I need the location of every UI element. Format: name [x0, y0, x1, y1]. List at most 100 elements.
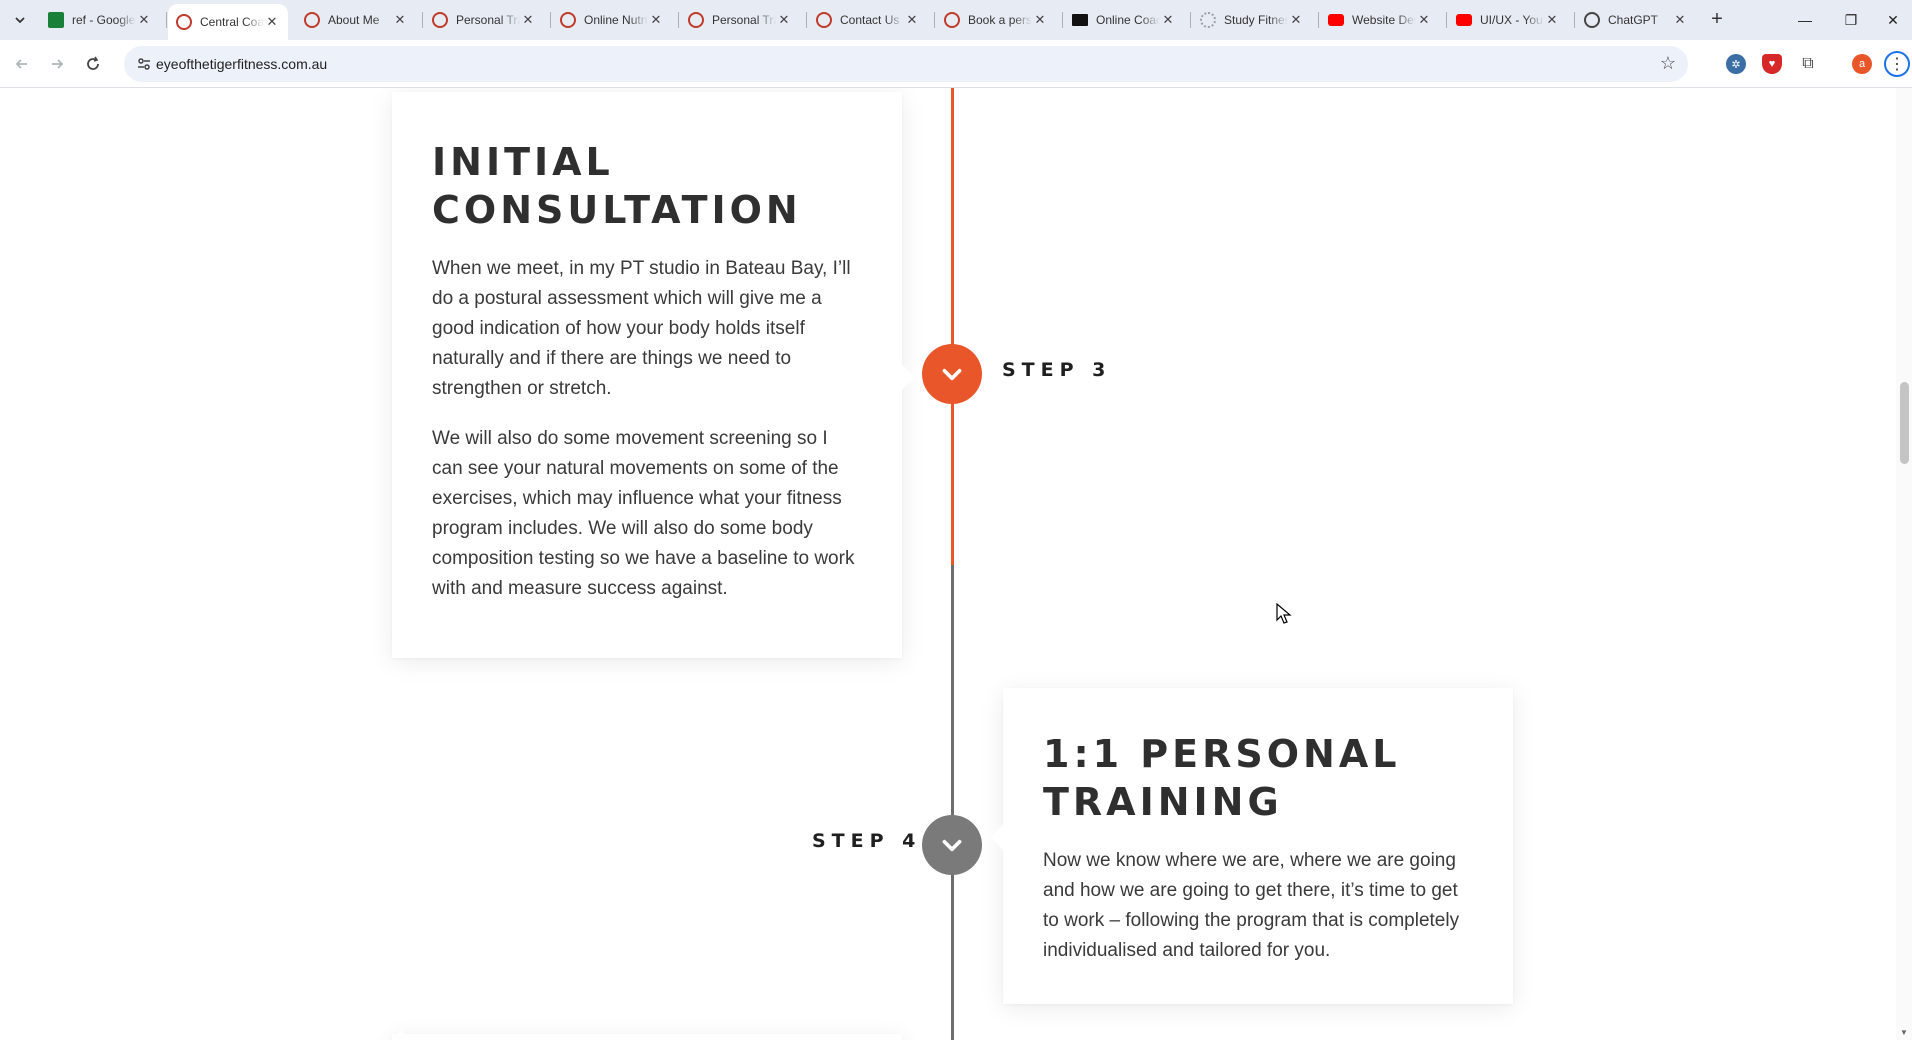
- browser-menu-icon[interactable]: ⋮: [1884, 51, 1910, 77]
- tab-title: Website Design: [1352, 13, 1416, 27]
- back-arrow-icon: [15, 59, 27, 69]
- tab-divider: [422, 12, 423, 28]
- tab-contact[interactable]: Contact Us ✕: [808, 6, 928, 34]
- tab-book[interactable]: Book a personal ✕: [936, 6, 1056, 34]
- tab-online-coaching[interactable]: Online Coaching ✕: [1064, 6, 1184, 34]
- close-tab-icon[interactable]: ✕: [1544, 12, 1560, 28]
- url-text: eyeofthetigerfitness.com.au: [156, 56, 328, 72]
- site-favicon-icon: [432, 12, 448, 28]
- profile-initial: a: [1858, 58, 1866, 70]
- tab-search-chevron-icon[interactable]: [8, 8, 32, 32]
- tab-title: Personal Training: [712, 13, 776, 27]
- tab-title: About Me: [328, 13, 380, 27]
- site-favicon-icon: [944, 12, 960, 28]
- close-tab-icon[interactable]: ✕: [1032, 12, 1048, 28]
- close-tab-icon[interactable]: ✕: [264, 14, 280, 30]
- next-step-card: [392, 1034, 902, 1040]
- site-favicon-icon: [560, 12, 576, 28]
- forward-arrow-icon: [52, 59, 64, 69]
- tab-title: Study Fitness: [1224, 13, 1288, 27]
- page-scrollbar[interactable]: ▼: [1896, 88, 1912, 1040]
- tab-title: Contact Us: [840, 13, 900, 27]
- timeline-line: [951, 565, 954, 1040]
- close-tab-icon[interactable]: ✕: [1672, 12, 1688, 28]
- tab-chatgpt[interactable]: ChatGPT ✕: [1576, 6, 1696, 34]
- tab-title: ChatGPT: [1608, 13, 1659, 27]
- tab-title: Book a personal: [968, 13, 1032, 27]
- tab-divider: [166, 12, 167, 28]
- new-tab-button[interactable]: +: [1704, 7, 1730, 33]
- tab-title: ref - Google Sheets: [72, 13, 136, 27]
- site-favicon-icon: [176, 14, 192, 30]
- close-tab-icon[interactable]: ✕: [136, 12, 152, 28]
- step-3-marker[interactable]: [922, 344, 982, 404]
- step-paragraph: Now we know where we are, where we are g…: [1043, 850, 1460, 961]
- globe-favicon-icon: [1200, 12, 1216, 28]
- extension-icon[interactable]: ✲: [1726, 54, 1746, 74]
- chevron-down-icon: [942, 368, 962, 381]
- tab-title: UI/UX - YouTube: [1480, 13, 1544, 27]
- extensions-puzzle-icon[interactable]: ⧉: [1798, 54, 1818, 74]
- timeline-progress-line: [951, 88, 954, 565]
- tab-study-fitness[interactable]: Study Fitness ✕: [1192, 6, 1312, 34]
- tab-divider: [550, 12, 551, 28]
- tab-divider: [1318, 12, 1319, 28]
- tab-personal-training-2[interactable]: Personal Training ✕: [680, 6, 800, 34]
- page-viewport: INITIAL CONSULTATION When we meet, in my…: [0, 88, 1912, 1040]
- tab-about[interactable]: About Me ✕: [296, 6, 416, 34]
- site-info-icon[interactable]: [134, 54, 154, 74]
- restore-button[interactable]: ❐: [1828, 0, 1874, 40]
- chevron-down-icon: [942, 839, 962, 852]
- site-favicon-icon: [688, 12, 704, 28]
- forward-button[interactable]: [43, 50, 71, 78]
- back-button[interactable]: [8, 50, 36, 78]
- profile-avatar[interactable]: a: [1852, 54, 1872, 74]
- close-tab-icon[interactable]: ✕: [392, 12, 408, 28]
- close-tab-icon[interactable]: ✕: [520, 12, 536, 28]
- shield-extension-icon[interactable]: ♥: [1762, 54, 1782, 74]
- site-favicon-icon: [1072, 14, 1088, 26]
- reload-button[interactable]: [79, 50, 107, 78]
- mouse-cursor-icon: [1276, 603, 1292, 624]
- step-card-personal-training: 1:1 PERSONAL TRAINING Now we know where …: [1003, 688, 1513, 1004]
- youtube-favicon-icon: [1328, 14, 1344, 26]
- close-tab-icon[interactable]: ✕: [1288, 12, 1304, 28]
- site-favicon-icon: [304, 12, 320, 28]
- close-window-button[interactable]: ✕: [1874, 0, 1912, 40]
- youtube-favicon-icon: [1456, 14, 1472, 26]
- close-tab-icon[interactable]: ✕: [1160, 12, 1176, 28]
- tab-active[interactable]: Central Coast ✕: [168, 4, 288, 40]
- tab-title: Personal Training: [456, 13, 520, 27]
- step-paragraph: We will also do some movement screening …: [432, 428, 855, 599]
- step-label: STEP 3: [1002, 359, 1112, 381]
- address-bar[interactable]: eyeofthetigerfitness.com.au ☆: [124, 46, 1688, 82]
- tab-personal-training[interactable]: Personal Training ✕: [424, 6, 544, 34]
- step-title: 1:1 PERSONAL TRAINING: [1043, 732, 1401, 824]
- close-tab-icon[interactable]: ✕: [648, 12, 664, 28]
- tab-divider: [806, 12, 807, 28]
- close-tab-icon[interactable]: ✕: [1416, 12, 1432, 28]
- tab-divider: [1446, 12, 1447, 28]
- tab-website-design[interactable]: Website Design ✕: [1320, 6, 1440, 34]
- bookmark-star-icon[interactable]: ☆: [1660, 53, 1676, 74]
- tab-uiux-youtube[interactable]: UI/UX - YouTube ✕: [1448, 6, 1568, 34]
- browser-toolbar: eyeofthetigerfitness.com.au ☆ ✲ ♥ ⧉ a ⋮: [0, 40, 1912, 88]
- minimize-button[interactable]: —: [1782, 0, 1828, 40]
- tab-online-nutrition[interactable]: Online Nutrition ✕: [552, 6, 672, 34]
- reload-icon: [87, 56, 99, 70]
- sheets-favicon-icon: [48, 12, 64, 28]
- tab-divider: [678, 12, 679, 28]
- close-tab-icon[interactable]: ✕: [776, 12, 792, 28]
- scrollbar-thumb[interactable]: [1900, 382, 1909, 464]
- tab-divider: [1574, 12, 1575, 28]
- step-label: STEP 4: [812, 830, 922, 852]
- tab-sheets[interactable]: ref - Google Sheets ✕: [40, 6, 160, 34]
- tab-divider: [1062, 12, 1063, 28]
- tab-title: Online Coaching: [1096, 13, 1160, 27]
- step-paragraph: When we meet, in my PT studio in Bateau …: [432, 258, 851, 399]
- close-tab-icon[interactable]: ✕: [904, 12, 920, 28]
- scroll-down-arrow-icon[interactable]: ▼: [1899, 1028, 1909, 1038]
- step-card-initial-consultation: INITIAL CONSULTATION When we meet, in my…: [392, 92, 902, 658]
- step-4-marker[interactable]: [922, 815, 982, 875]
- site-favicon-icon: [816, 12, 832, 28]
